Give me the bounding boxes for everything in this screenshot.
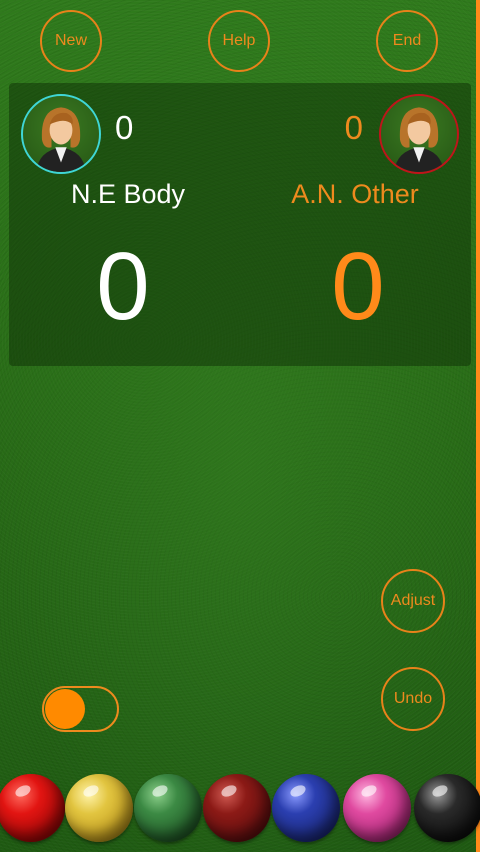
green-ball-button[interactable] [134, 774, 202, 842]
pink-ball-button[interactable] [343, 774, 411, 842]
ball-shine [219, 783, 239, 799]
ball-shine [359, 783, 379, 799]
red-ball-button[interactable] [0, 774, 65, 842]
blue-ball-button[interactable] [272, 774, 340, 842]
yellow-ball-button[interactable] [65, 774, 133, 842]
ball-shine [81, 783, 101, 799]
ball-shine [288, 783, 308, 799]
new-button[interactable]: New [40, 10, 102, 72]
toggle-switch[interactable] [42, 686, 119, 732]
brown-ball-button[interactable] [203, 774, 271, 842]
help-button[interactable]: Help [208, 10, 270, 72]
toggle-knob [45, 689, 85, 729]
ball-shine [13, 783, 33, 799]
left-frame-score: 0 [96, 233, 150, 340]
left-break-score: 0 [115, 109, 134, 146]
female-avatar-icon[interactable] [379, 94, 459, 174]
ball-shine [150, 783, 170, 799]
ball-shine [430, 783, 450, 799]
black-ball-button[interactable] [414, 774, 480, 842]
right-edge-bar [476, 0, 480, 852]
female-avatar-icon[interactable] [21, 94, 101, 174]
adjust-button[interactable]: Adjust [381, 569, 445, 633]
right-frame-score: 0 [331, 233, 385, 340]
right-break-score: 0 [344, 109, 363, 146]
end-button[interactable]: End [376, 10, 438, 72]
left-player-name[interactable]: N.E Body [28, 176, 228, 212]
undo-button[interactable]: Undo [381, 667, 445, 731]
right-player-name[interactable]: A.N. Other [255, 176, 455, 212]
